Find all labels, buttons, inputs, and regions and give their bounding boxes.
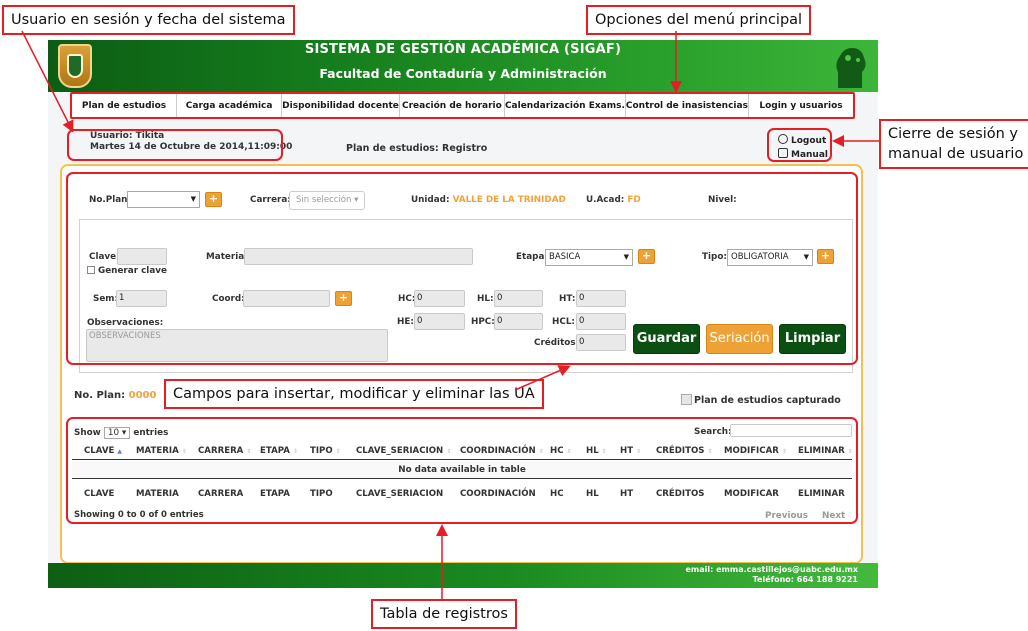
callout-logout-manual: Cierre de sesión y manual de usuario (879, 119, 1028, 169)
footer-phone: Teléfono: 664 188 9221 (752, 575, 858, 584)
table-highlight-box (66, 417, 858, 524)
faculty-subtitle: Facultad de Contaduría y Administración (319, 66, 607, 81)
plan-captured-checkbox[interactable]: Plan de estudios capturado (681, 394, 841, 406)
menu-highlight-box (70, 92, 855, 119)
app-header: SISTEMA DE GESTIÓN ACADÉMICA (SIGAF) Fac… (48, 40, 878, 92)
callout-user-date: Usuario en sesión y fecha del sistema (2, 5, 295, 35)
callout-table: Tabla de registros (371, 599, 517, 629)
session-highlight-box (67, 129, 283, 161)
callout-fields: Campos para insertar, modificar y elimin… (164, 379, 544, 409)
app-title: SISTEMA DE GESTIÓN ACADÉMICA (SIGAF) (304, 42, 622, 57)
footer-email: email: emma.castillejos@uabc.edu.mx (685, 565, 858, 574)
page-title: Plan de estudios: Registro (346, 143, 488, 154)
app-footer: email: emma.castillejos@uabc.edu.mx Telé… (48, 563, 878, 588)
fields-highlight-box (66, 172, 858, 365)
statue-logo (836, 48, 866, 88)
logout-highlight-box (767, 128, 832, 162)
plan-number: No. Plan: 0000 (74, 390, 157, 401)
callout-menu: Opciones del menú principal (586, 5, 812, 35)
